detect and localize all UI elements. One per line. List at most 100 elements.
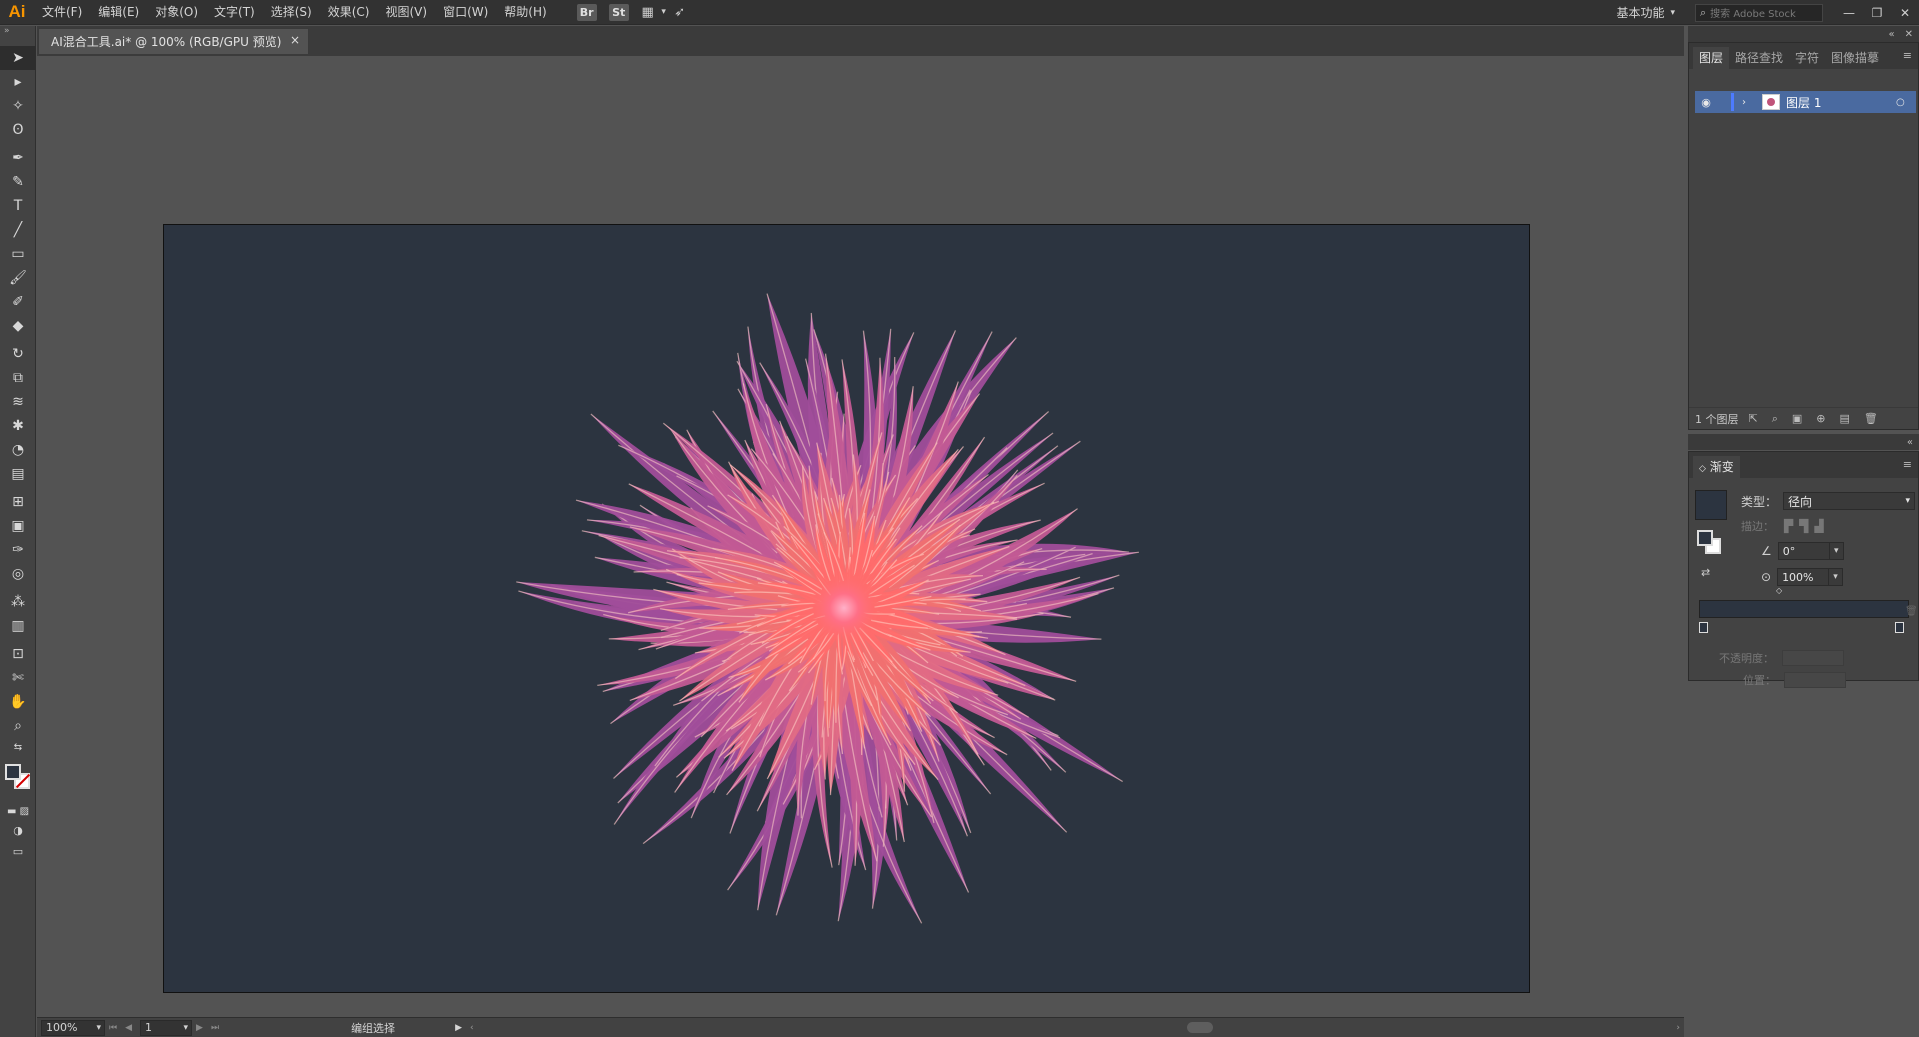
fill-swatch[interactable] (5, 764, 21, 780)
previous-artboard-icon[interactable]: ◀ (125, 1023, 132, 1033)
chevron-right-icon[interactable]: › (1742, 97, 1756, 108)
aspect-ratio-input[interactable]: 100% (1777, 568, 1830, 586)
rectangle-icon[interactable]: ▭ (0, 242, 36, 266)
minimize-icon[interactable]: — (1835, 0, 1863, 25)
line-icon[interactable]: ╱ (0, 218, 36, 242)
document-tab[interactable]: AI混合工具.ai* @ 100% (RGB/GPU 预览) × (38, 28, 309, 54)
layer-row[interactable]: ◉ › 图层 1 ○ (1695, 91, 1916, 113)
new-layer-icon[interactable]: ▤ (1840, 412, 1850, 426)
chevron-down-icon[interactable]: ▾ (659, 0, 669, 25)
gradient-type-select[interactable]: 径向 ▾ (1783, 492, 1916, 510)
lasso-icon[interactable]: ʘ (0, 118, 36, 142)
zoom-icon[interactable]: ⌕ (0, 714, 36, 738)
warp-icon[interactable]: ≋ (0, 390, 36, 414)
graph-icon[interactable]: ▥ (0, 614, 36, 638)
scroll-right-icon[interactable]: › (1676, 1023, 1680, 1033)
direct-selection-icon[interactable]: ▸ (0, 70, 36, 94)
gradient-preview-swatch[interactable] (1695, 490, 1727, 520)
close-tab-icon[interactable]: × (290, 33, 300, 47)
menu-help[interactable]: 帮助(H) (496, 0, 554, 25)
panel-menu-icon[interactable]: ≡ (1903, 49, 1912, 62)
type-icon[interactable]: T (0, 194, 36, 218)
tab-character[interactable]: 字符 (1789, 47, 1825, 69)
next-artboard-icon[interactable]: ▶ (196, 1023, 203, 1033)
midpoint-diamond-icon[interactable]: ◇ (1776, 586, 1782, 595)
stock-button[interactable]: St (608, 3, 629, 21)
horizontal-scrollbar-thumb[interactable] (1187, 1022, 1213, 1033)
workspace-switcher[interactable]: 基本功能 ▾ (1608, 4, 1683, 21)
reverse-gradient-icon[interactable]: ⇄ (1701, 566, 1710, 579)
perspective-icon[interactable]: ▤ (0, 462, 36, 486)
canvas-area[interactable] (37, 56, 1684, 1017)
eyedropper-icon[interactable]: ✑ (0, 538, 36, 562)
tab-image-trace[interactable]: 图像描摹 (1825, 47, 1885, 69)
menu-type[interactable]: 文字(T) (206, 0, 263, 25)
trash-icon[interactable]: 🗑 (1905, 606, 1918, 617)
pen-icon[interactable]: ✒ (0, 146, 36, 170)
hand-icon[interactable]: ✋ (0, 690, 36, 714)
shape-builder-icon[interactable]: ◔ (0, 438, 36, 462)
slice-icon[interactable]: ✄ (0, 666, 36, 690)
fill-stroke-selector[interactable] (0, 756, 36, 802)
trash-icon[interactable]: 🗑 (1864, 412, 1878, 426)
collapse-icon[interactable]: « (1888, 29, 1894, 40)
draw-mode-icon[interactable]: ◑ (0, 820, 36, 840)
eraser-icon[interactable]: ◆ (0, 314, 36, 338)
shaper-icon[interactable]: ✐ (0, 290, 36, 314)
angle-input[interactable]: 0° (1777, 542, 1830, 560)
bridge-button[interactable]: Br (576, 3, 597, 21)
opacity-input[interactable] (1782, 650, 1844, 666)
gradient-stop-left[interactable] (1699, 622, 1708, 633)
gradient-slider[interactable] (1699, 600, 1909, 618)
tab-pathfinder[interactable]: 路径查找 (1729, 47, 1789, 69)
status-menu-icon[interactable]: ▶ (455, 1023, 462, 1033)
chevron-down-icon[interactable]: ▾ (1829, 568, 1844, 586)
artboard-icon[interactable]: ⊡ (0, 642, 36, 666)
target-icon[interactable]: ○ (1896, 97, 1916, 108)
gradient-icon[interactable]: ▣ (0, 514, 36, 538)
gradient-stop-right[interactable] (1895, 622, 1904, 633)
close-icon[interactable]: ✕ (1905, 29, 1913, 40)
menu-window[interactable]: 窗口(W) (435, 0, 496, 25)
zoom-field[interactable]: 100% ▾ (41, 1019, 105, 1036)
collapse-icon[interactable]: « (1907, 437, 1913, 448)
fill-swatch[interactable] (1697, 530, 1713, 546)
chevron-down-icon[interactable]: ▾ (1829, 542, 1844, 560)
export-icon[interactable]: ⇱ (1749, 412, 1758, 426)
curvature-icon[interactable]: ✎ (0, 170, 36, 194)
close-icon[interactable]: ✕ (1891, 0, 1919, 25)
scale-icon[interactable]: ⧉ (0, 366, 36, 390)
symbol-sprayer-icon[interactable]: ⁂ (0, 590, 36, 614)
blend-icon[interactable]: ◎ (0, 562, 36, 586)
last-artboard-icon[interactable]: ⏭ (211, 1023, 219, 1033)
artboard-number-field[interactable]: 1 ▾ (140, 1019, 193, 1036)
menu-select[interactable]: 选择(S) (263, 0, 320, 25)
restore-icon[interactable]: ❐ (1863, 0, 1891, 25)
layer-name[interactable]: 图层 1 (1786, 94, 1896, 111)
search-icon[interactable]: ⌕ (1772, 412, 1778, 426)
selection-icon[interactable]: ➤ (0, 46, 36, 70)
new-sublayer-icon[interactable]: ⊕ (1816, 412, 1825, 426)
color-mode-icon[interactable]: ▬ ▨ (0, 802, 36, 820)
menu-effect[interactable]: 效果(C) (320, 0, 378, 25)
default-colors-icon[interactable]: ⇆ (0, 738, 36, 756)
clipping-mask-icon[interactable]: ▣ (1792, 412, 1802, 426)
location-input[interactable] (1784, 672, 1846, 688)
rotate-icon[interactable]: ↻ (0, 342, 36, 366)
panel-menu-icon[interactable]: ≡ (1903, 458, 1912, 471)
menu-object[interactable]: 对象(O) (147, 0, 206, 25)
stock-search-field[interactable]: ⌕ 搜索 Adobe Stock (1695, 3, 1823, 22)
stroke-gradient-options-icon[interactable]: ▛▜▟ (1784, 519, 1830, 533)
fill-stroke-mini[interactable] (1695, 530, 1727, 558)
menu-view[interactable]: 视图(V) (377, 0, 435, 25)
puppet-warp-icon[interactable]: ✱ (0, 414, 36, 438)
artboard[interactable] (163, 224, 1530, 993)
menu-file[interactable]: 文件(F) (34, 0, 90, 25)
paintbrush-icon[interactable]: 🖌 (0, 266, 36, 290)
scroll-left-icon[interactable]: ‹ (470, 1023, 474, 1033)
tab-gradient[interactable]: ◇ 渐变 (1693, 456, 1740, 478)
gpu-performance-icon[interactable]: ➶ (669, 0, 691, 25)
flower-artwork[interactable] (164, 225, 1530, 993)
magic-wand-icon[interactable]: ✧ (0, 94, 36, 118)
eye-icon[interactable]: ◉ (1695, 96, 1717, 109)
